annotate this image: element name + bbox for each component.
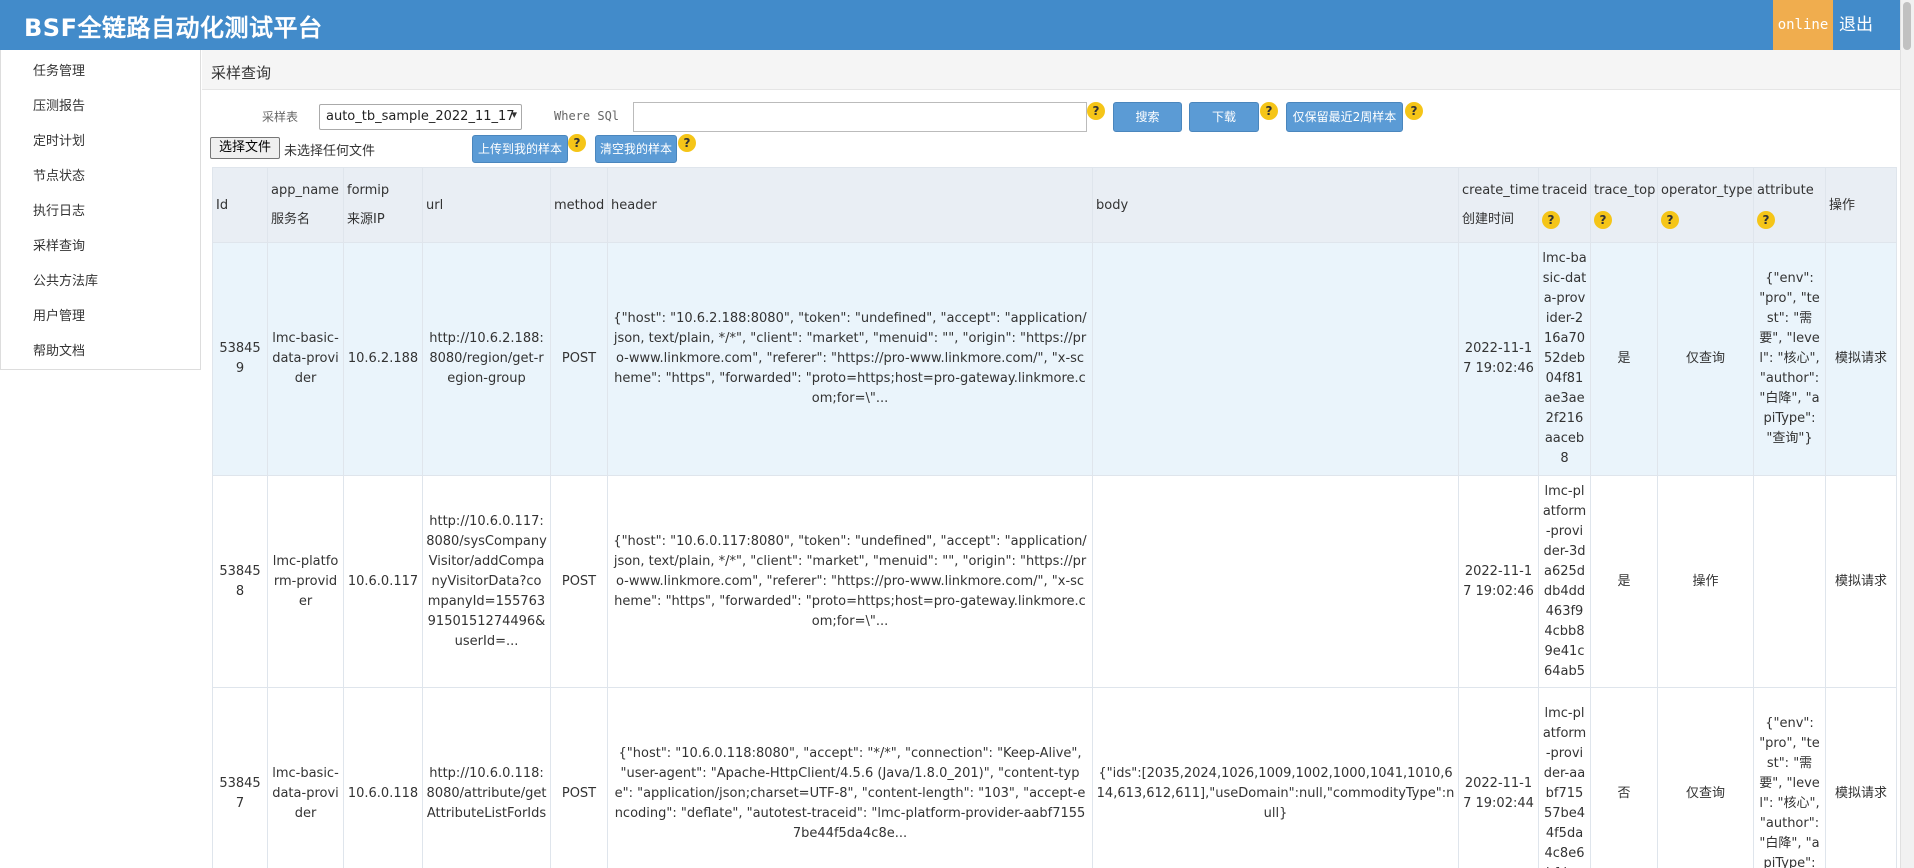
cell-header: {"host": "10.6.0.117:8080", "token": "un… bbox=[607, 475, 1093, 688]
cell-app-name: lmc-platform-provider bbox=[267, 475, 344, 688]
keep-recent-samples-button[interactable]: 仅保留最近2周样本 bbox=[1286, 102, 1403, 132]
table-row[interactable]: 538457 lmc-basic-data-provider 10.6.0.11… bbox=[212, 687, 1897, 868]
cell-app-name: lmc-basic-data-provider bbox=[267, 687, 344, 868]
sidebar-item-execution-log[interactable]: 执行日志 bbox=[33, 200, 85, 219]
simulate-request-link[interactable]: 模拟请求 bbox=[1825, 687, 1897, 868]
cell-header: {"host": "10.6.0.118:8080", "accept": "*… bbox=[607, 687, 1093, 868]
vertical-scrollbar[interactable] bbox=[1900, 0, 1914, 868]
col-header: header bbox=[607, 167, 1093, 243]
cell-header: {"host": "10.6.2.188:8080", "token": "un… bbox=[607, 242, 1093, 476]
no-file-label: 未选择任何文件 bbox=[284, 144, 376, 159]
sql-help-icon[interactable]: ? bbox=[1087, 102, 1105, 120]
cell-formip: 10.6.0.118 bbox=[343, 687, 423, 868]
col-method: method bbox=[550, 167, 608, 243]
cell-method: POST bbox=[550, 475, 608, 688]
col-create-time: create_time 创建时间 bbox=[1458, 167, 1539, 243]
cell-body: {"ids":[2035,2024,1026,1009,1002,1000,10… bbox=[1092, 687, 1459, 868]
sample-table-select-value: auto_tb_sample_2022_11_17 bbox=[326, 109, 515, 124]
simulate-request-link[interactable]: 模拟请求 bbox=[1825, 475, 1897, 688]
attribute-help-icon[interactable]: ? bbox=[1757, 210, 1775, 229]
online-status-badge: online bbox=[1773, 0, 1833, 50]
col-body: body bbox=[1092, 167, 1459, 243]
sample-table-select[interactable]: auto_tb_sample_2022_11_17 ▾ bbox=[319, 104, 522, 130]
cell-method: POST bbox=[550, 242, 608, 476]
cell-attribute: {"env": "pro", "test": "需要", "level": "核… bbox=[1753, 687, 1826, 868]
traceid-help-icon[interactable]: ? bbox=[1542, 210, 1560, 229]
table-row[interactable]: 538459 lmc-basic-data-provider 10.6.2.18… bbox=[212, 242, 1897, 476]
cell-method: POST bbox=[550, 687, 608, 868]
chevron-down-icon: ▾ bbox=[511, 108, 517, 121]
sidebar-item-help-docs[interactable]: 帮助文档 bbox=[33, 340, 85, 359]
cell-formip: 10.6.2.188 bbox=[343, 242, 423, 476]
col-app-name: app_name 服务名 bbox=[267, 167, 344, 243]
col-id: Id bbox=[212, 167, 268, 243]
search-button[interactable]: 搜索 bbox=[1113, 102, 1182, 132]
keep-recent-help-icon[interactable]: ? bbox=[1405, 102, 1423, 120]
col-url: url bbox=[422, 167, 551, 243]
where-sql-label: Where SQl bbox=[554, 109, 620, 123]
cell-id: 538457 bbox=[212, 687, 268, 868]
col-formip: formip 来源IP bbox=[343, 167, 423, 243]
cell-operator-type: 仅查询 bbox=[1657, 242, 1754, 476]
operator-type-help-icon[interactable]: ? bbox=[1661, 210, 1679, 229]
cell-create-time: 2022-11-17 19:02:44 bbox=[1458, 687, 1539, 868]
cell-trace-top: 是 bbox=[1590, 475, 1658, 688]
sample-table: Id app_name 服务名 formip 来源IP url method hea… bbox=[212, 167, 1897, 868]
sidebar-item-node-status[interactable]: 节点状态 bbox=[33, 165, 85, 184]
choose-file-button[interactable]: 选择文件 bbox=[210, 137, 280, 159]
sidebar-item-public-methods[interactable]: 公共方法库 bbox=[33, 270, 98, 289]
sidebar-item-user-management[interactable]: 用户管理 bbox=[33, 305, 85, 324]
top-bar: BSF全链路自动化测试平台 online 退出 bbox=[0, 0, 1900, 50]
table-select-label: 采样表 bbox=[262, 110, 299, 124]
cell-url: http://10.6.2.188:8080/region/get-region… bbox=[422, 242, 551, 476]
logout-link[interactable]: 退出 bbox=[1839, 0, 1873, 50]
cell-url: http://10.6.0.118:8080/attribute/getAttr… bbox=[422, 687, 551, 868]
cell-trace-top: 是 bbox=[1590, 242, 1658, 476]
cell-traceid: lmc-platform-provider-aabf71557be44f5da4… bbox=[1538, 687, 1591, 868]
col-attribute: attribute? bbox=[1753, 167, 1826, 243]
page-title: 采样查询 bbox=[211, 64, 272, 82]
clear-samples-button[interactable]: 清空我的样本 bbox=[595, 135, 677, 163]
cell-url: http://10.6.0.117:8080/sysCompanyVisitor… bbox=[422, 475, 551, 688]
cell-traceid: lmc-basic-data-provider-216a7052deb04f81… bbox=[1538, 242, 1591, 476]
sidebar: 任务管理 压测报告 定时计划 节点状态 执行日志 采样查询 公共方法库 用户管理… bbox=[0, 50, 201, 370]
app-title: BSF全链路自动化测试平台 bbox=[24, 14, 323, 42]
cell-create-time: 2022-11-17 19:02:46 bbox=[1458, 475, 1539, 688]
sidebar-item-task-management[interactable]: 任务管理 bbox=[33, 60, 85, 79]
download-button[interactable]: 下载 bbox=[1189, 102, 1259, 132]
cell-create-time: 2022-11-17 19:02:46 bbox=[1458, 242, 1539, 476]
sidebar-item-sample-query[interactable]: 采样查询 bbox=[33, 235, 85, 254]
download-help-icon[interactable]: ? bbox=[1260, 102, 1278, 120]
upload-help-icon[interactable]: ? bbox=[568, 134, 586, 152]
cell-id: 538459 bbox=[212, 242, 268, 476]
sidebar-item-load-report[interactable]: 压测报告 bbox=[33, 95, 85, 114]
cell-formip: 10.6.0.117 bbox=[343, 475, 423, 688]
cell-body bbox=[1092, 242, 1459, 476]
col-action: 操作 bbox=[1825, 167, 1897, 243]
col-operator-type: operator_type? bbox=[1657, 167, 1754, 243]
cell-traceid: lmc-platform-provider-3da625ddb4dd463f94… bbox=[1538, 475, 1591, 688]
scrollbar-thumb[interactable] bbox=[1903, 2, 1911, 50]
trace-top-help-icon[interactable]: ? bbox=[1594, 210, 1612, 229]
cell-app-name: lmc-basic-data-provider bbox=[267, 242, 344, 476]
cell-trace-top: 否 bbox=[1590, 687, 1658, 868]
cell-operator-type: 操作 bbox=[1657, 475, 1754, 688]
cell-attribute: {"env": "pro", "test": "需要", "level": "核… bbox=[1753, 242, 1826, 476]
table-row[interactable]: 538458 lmc-platform-provider 10.6.0.117 … bbox=[212, 475, 1897, 688]
cell-attribute bbox=[1753, 475, 1826, 688]
col-trace-top: trace_top? bbox=[1590, 167, 1658, 243]
table-header-row: Id app_name 服务名 formip 来源IP url method hea… bbox=[212, 167, 1897, 243]
cell-operator-type: 仅查询 bbox=[1657, 687, 1754, 868]
clear-help-icon[interactable]: ? bbox=[678, 134, 696, 152]
main-content: 采样查询 采样表 auto_tb_sample_2022_11_17 ▾ Whe… bbox=[202, 50, 1900, 868]
col-traceid: traceid? bbox=[1538, 167, 1591, 243]
where-sql-input[interactable] bbox=[633, 102, 1087, 132]
upload-samples-button[interactable]: 上传到我的样本 bbox=[472, 135, 568, 163]
breadcrumb: 采样查询 bbox=[202, 50, 1900, 90]
simulate-request-link[interactable]: 模拟请求 bbox=[1825, 242, 1897, 476]
cell-id: 538458 bbox=[212, 475, 268, 688]
cell-body bbox=[1092, 475, 1459, 688]
sidebar-item-schedule[interactable]: 定时计划 bbox=[33, 130, 85, 149]
